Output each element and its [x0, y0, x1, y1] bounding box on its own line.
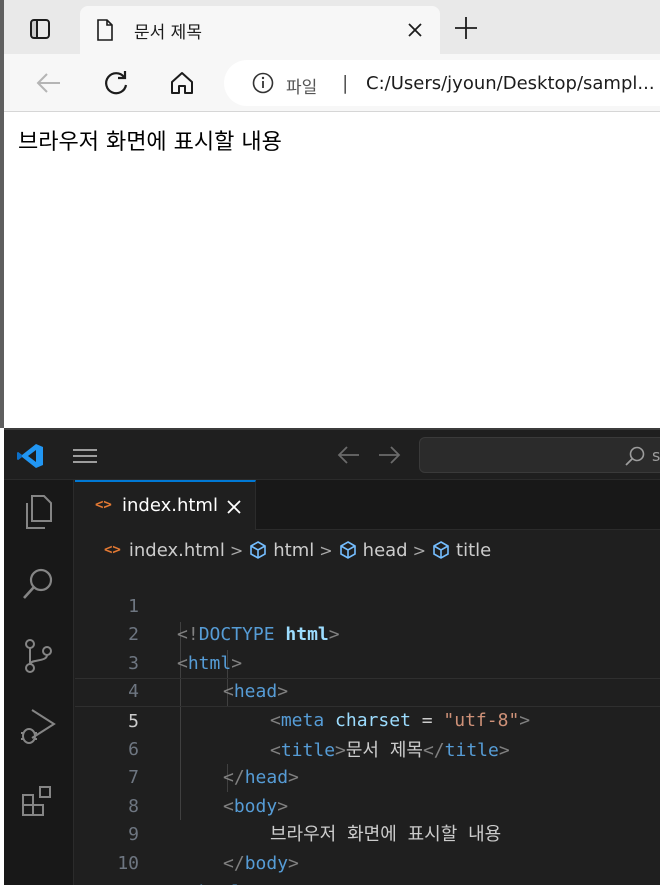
code-line[interactable]: 3 <head> — [75, 621, 660, 703]
search-icon[interactable] — [18, 564, 58, 604]
close-icon[interactable] — [225, 498, 243, 520]
activity-bar — [4, 480, 74, 885]
line-number: 10 — [117, 852, 139, 874]
tab-actions-icon[interactable] — [20, 11, 60, 47]
menu-icon[interactable] — [70, 444, 100, 468]
explorer-icon[interactable] — [18, 492, 58, 532]
close-icon[interactable] — [404, 19, 426, 41]
breadcrumb-label: index.html — [128, 539, 225, 561]
vscode-window: s <> index.html <> index.html > html > h… — [4, 428, 660, 885]
html-code-icon: <> — [95, 497, 112, 513]
code-line[interactable]: 4 <meta charset = "utf-8"> — [75, 650, 660, 731]
symbol-box-icon — [433, 541, 449, 559]
breadcrumb-label: head — [362, 539, 408, 561]
source-control-icon[interactable] — [18, 636, 58, 676]
code-line[interactable]: 6 </head> — [75, 707, 660, 789]
editor-tab-label: index.html — [122, 495, 218, 516]
address-separator: | — [342, 72, 349, 94]
scheme-label: 파일 — [286, 78, 318, 98]
extensions-icon[interactable] — [18, 782, 58, 822]
breadcrumb-item-title[interactable]: title — [431, 540, 491, 561]
browser-toolbar: 파일 | C:/Users/jyoun/Desktop/sampl... — [4, 54, 660, 112]
code-line[interactable]: 7 <body> — [75, 736, 660, 817]
breadcrumb-label: title — [456, 539, 492, 561]
editor-tab-bar: <> index.html — [75, 480, 660, 530]
code-line[interactable]: 8 브라우저 화면에 표시할 내용 — [75, 764, 660, 846]
browser-tab-strip: 문서 제목 — [4, 0, 660, 54]
browser-window: 문서 제목 파일 | C:/Users/jyoun/Desktop/sampl.… — [0, 0, 660, 428]
chevron-right-icon: > — [412, 540, 427, 560]
chevron-right-icon: > — [319, 540, 333, 560]
breadcrumb: <> index.html > html > head > title — [104, 538, 491, 562]
command-center-search[interactable]: s — [419, 437, 660, 473]
chevron-right-icon: > — [229, 540, 244, 560]
back-arrow-icon[interactable] — [32, 67, 64, 99]
browser-tab[interactable]: 문서 제목 — [80, 6, 440, 54]
run-debug-icon[interactable] — [18, 706, 58, 746]
breadcrumb-label: html — [273, 539, 315, 561]
vscode-titlebar: s — [4, 428, 660, 480]
code-line[interactable]: 1 <!DOCTYPE html> — [75, 564, 660, 646]
symbol-box-icon — [250, 541, 267, 559]
code-text: </html> — [177, 879, 253, 885]
search-icon — [624, 445, 646, 471]
symbol-box-icon — [339, 541, 356, 559]
address-bar[interactable]: 파일 | C:/Users/jyoun/Desktop/sampl... — [224, 60, 660, 106]
breadcrumb-item-file[interactable]: <> index.html — [104, 540, 225, 561]
breadcrumb-item-head[interactable]: head — [338, 540, 408, 561]
code-text: </body> — [223, 852, 299, 874]
browser-tab-title: 문서 제목 — [134, 23, 202, 43]
vscode-logo-icon — [16, 442, 44, 474]
code-editor[interactable]: 1 <!DOCTYPE html> 2 <html> 3 <head> 4 <m… — [75, 564, 660, 885]
address-url[interactable]: C:/Users/jyoun/Desktop/sampl... — [366, 73, 655, 94]
page-content: 브라우저 화면에 표시할 내용 — [18, 130, 282, 155]
command-center-text: s — [652, 446, 660, 465]
new-tab-button[interactable] — [452, 14, 480, 42]
document-icon — [96, 19, 114, 45]
nav-back-icon[interactable] — [336, 444, 362, 470]
code-line[interactable]: 2 <html> — [75, 593, 660, 674]
html-code-icon: <> — [104, 542, 121, 558]
nav-forward-icon[interactable] — [376, 444, 402, 470]
code-line[interactable]: 9 </body> — [75, 793, 660, 874]
refresh-icon[interactable] — [100, 67, 132, 99]
breadcrumb-item-html[interactable]: html — [248, 540, 314, 561]
info-icon[interactable] — [252, 72, 274, 98]
code-line-active[interactable]: 5 <title>문서 제목</title> — [75, 678, 660, 761]
code-line[interactable]: 10 </html> — [75, 821, 660, 885]
editor-tab-index-html[interactable]: <> index.html — [75, 480, 256, 530]
home-icon[interactable] — [166, 67, 198, 99]
